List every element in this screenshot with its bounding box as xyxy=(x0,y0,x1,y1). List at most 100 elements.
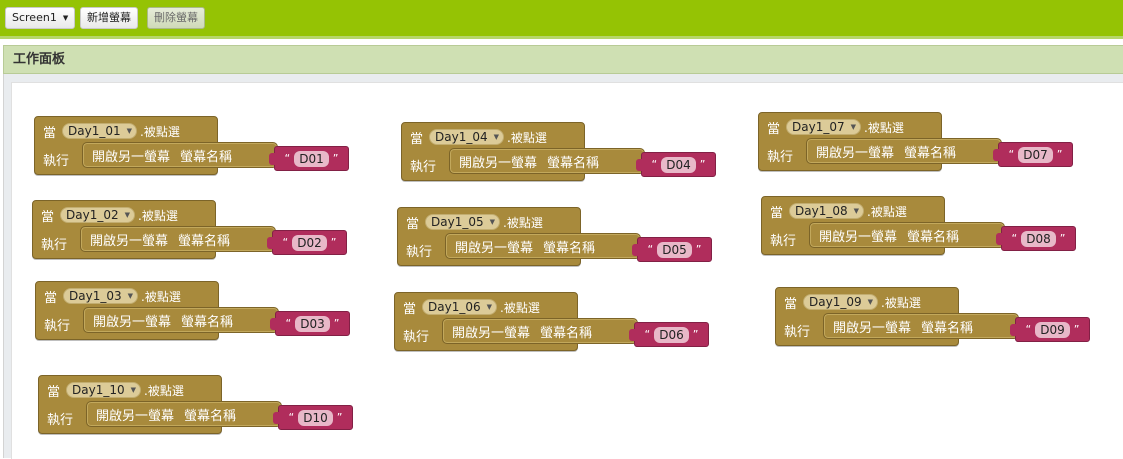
screen-name-label: 螢幕名稱 xyxy=(904,145,957,161)
event-label: .被點選 xyxy=(867,204,907,219)
text-block[interactable]: “D10” xyxy=(273,405,353,430)
text-block[interactable]: “D01” xyxy=(269,146,349,171)
chevron-down-icon: ▼ xyxy=(853,207,860,215)
workspace-header: 工作面板 xyxy=(3,45,1123,74)
workspace-title: 工作面板 xyxy=(13,52,66,67)
chevron-down-icon: ▼ xyxy=(127,292,134,300)
screen-name-value[interactable]: D07 xyxy=(1018,146,1053,163)
event-block[interactable]: 當 Day1_08 ▼ .被點選 執行 開啟另一螢幕 螢幕名稱 “D08” xyxy=(761,196,1076,255)
do-label: 執行 xyxy=(784,325,811,340)
open-screen-block[interactable]: 開啟另一螢幕 螢幕名稱 xyxy=(82,142,278,168)
when-label: 當 xyxy=(406,216,420,232)
open-screen-label: 開啟另一螢幕 xyxy=(819,229,898,245)
event-block[interactable]: 當 Day1_07 ▼ .被點選 執行 開啟另一螢幕 螢幕名稱 “D07” xyxy=(758,112,1073,171)
screen-name-value[interactable]: D06 xyxy=(654,326,689,343)
screen-name-label: 螢幕名稱 xyxy=(547,155,600,171)
open-screen-block[interactable]: 開啟另一螢幕 螢幕名稱 xyxy=(80,226,276,252)
component-dropdown[interactable]: Day1_03 ▼ xyxy=(63,288,139,304)
remove-screen-button[interactable]: 刪除螢幕 xyxy=(147,7,205,29)
open-screen-block[interactable]: 開啟另一螢幕 螢幕名稱 xyxy=(83,307,279,333)
text-block[interactable]: “D04” xyxy=(636,152,716,177)
component-dropdown[interactable]: Day1_01 ▼ xyxy=(62,123,138,139)
quote-open: “ xyxy=(1011,232,1018,245)
open-screen-label: 開啟另一螢幕 xyxy=(96,408,175,424)
quote-open: “ xyxy=(1008,148,1015,161)
open-screen-block[interactable]: 開啟另一螢幕 螢幕名稱 xyxy=(809,222,1005,248)
chevron-down-icon: ▼ xyxy=(850,123,857,131)
quote-close: ” xyxy=(699,158,706,171)
screen-name-value[interactable]: D02 xyxy=(292,234,327,251)
quote-close: ” xyxy=(1073,323,1080,336)
event-label: .被點選 xyxy=(141,289,181,304)
event-block[interactable]: 當 Day1_09 ▼ .被點選 執行 開啟另一螢幕 螢幕名稱 “D09” xyxy=(775,287,1090,346)
screen-name-value[interactable]: D03 xyxy=(295,315,330,332)
screen-name-value[interactable]: D09 xyxy=(1035,321,1070,338)
screen-name-label: 螢幕名稱 xyxy=(921,320,974,336)
text-block[interactable]: “D03” xyxy=(270,311,350,336)
event-block[interactable]: 當 Day1_05 ▼ .被點選 執行 開啟另一螢幕 螢幕名稱 “D05” xyxy=(397,207,712,266)
text-block[interactable]: “D05” xyxy=(632,237,712,262)
component-dropdown[interactable]: Day1_09 ▼ xyxy=(803,294,879,310)
event-block[interactable]: 當 Day1_01 ▼ .被點選 執行 開啟另一螢幕 螢幕名稱 “D01” xyxy=(34,116,349,175)
open-screen-block[interactable]: 開啟另一螢幕 螢幕名稱 xyxy=(449,148,645,174)
text-block[interactable]: “D09” xyxy=(1010,317,1090,342)
screen-name-value[interactable]: D04 xyxy=(661,156,696,173)
quote-close: ” xyxy=(1059,232,1066,245)
text-block[interactable]: “D06” xyxy=(629,322,709,347)
blocks-canvas[interactable]: 當 Day1_01 ▼ .被點選 執行 開啟另一螢幕 螢幕名稱 “D01” 當 D… xyxy=(11,82,1123,459)
event-label: .被點選 xyxy=(138,208,178,223)
chevron-down-icon: ▼ xyxy=(126,127,133,135)
screen-select-label: Screen1 xyxy=(12,11,57,24)
event-block[interactable]: 當 Day1_04 ▼ .被點選 執行 開啟另一螢幕 螢幕名稱 “D04” xyxy=(401,122,716,181)
open-screen-label: 開啟另一螢幕 xyxy=(90,233,169,249)
component-dropdown[interactable]: Day1_05 ▼ xyxy=(425,214,501,230)
screen-name-label: 螢幕名稱 xyxy=(181,314,234,330)
event-label: .被點選 xyxy=(503,215,543,230)
screen-name-value[interactable]: D08 xyxy=(1021,230,1056,247)
add-screen-button[interactable]: 新增螢幕 xyxy=(80,7,138,29)
open-screen-label: 開啟另一螢幕 xyxy=(833,320,912,336)
open-screen-label: 開啟另一螢幕 xyxy=(92,149,171,165)
open-screen-block[interactable]: 開啟另一螢幕 螢幕名稱 xyxy=(823,313,1019,339)
component-name: Day1_09 xyxy=(809,295,862,309)
quote-close: ” xyxy=(330,236,337,249)
when-label: 當 xyxy=(44,290,58,306)
quote-close: ” xyxy=(692,328,699,341)
screen-name-value[interactable]: D10 xyxy=(298,409,333,426)
text-block[interactable]: “D08” xyxy=(996,226,1076,251)
open-screen-block[interactable]: 開啟另一螢幕 螢幕名稱 xyxy=(806,138,1002,164)
chevron-down-icon: ▼ xyxy=(124,211,131,219)
component-name: Day1_07 xyxy=(792,120,845,134)
when-label: 當 xyxy=(403,301,417,317)
component-dropdown[interactable]: Day1_04 ▼ xyxy=(429,129,505,145)
do-label: 執行 xyxy=(770,234,797,249)
open-screen-block[interactable]: 開啟另一螢幕 螢幕名稱 xyxy=(86,401,282,427)
do-label: 執行 xyxy=(403,330,430,345)
component-name: Day1_03 xyxy=(69,289,122,303)
event-label: .被點選 xyxy=(507,130,547,145)
open-screen-block[interactable]: 開啟另一螢幕 螢幕名稱 xyxy=(442,318,638,344)
event-block[interactable]: 當 Day1_03 ▼ .被點選 執行 開啟另一螢幕 螢幕名稱 “D03” xyxy=(35,281,350,340)
when-label: 當 xyxy=(410,131,424,147)
component-dropdown[interactable]: Day1_10 ▼ xyxy=(66,382,142,398)
event-block[interactable]: 當 Day1_10 ▼ .被點選 執行 開啟另一螢幕 螢幕名稱 “D10” xyxy=(38,375,353,434)
blocks-workspace[interactable]: 當 Day1_01 ▼ .被點選 執行 開啟另一螢幕 螢幕名稱 “D01” 當 D… xyxy=(3,74,1123,459)
chevron-down-icon: ▼ xyxy=(867,298,874,306)
text-block[interactable]: “D07” xyxy=(993,142,1073,167)
component-dropdown[interactable]: Day1_02 ▼ xyxy=(60,207,136,223)
screen-name-value[interactable]: D05 xyxy=(657,241,692,258)
chevron-down-icon: ▼ xyxy=(62,14,69,22)
open-screen-block[interactable]: 開啟另一螢幕 螢幕名稱 xyxy=(445,233,641,259)
component-dropdown[interactable]: Day1_07 ▼ xyxy=(786,119,862,135)
text-block[interactable]: “D02” xyxy=(267,230,347,255)
screen-name-value[interactable]: D01 xyxy=(294,150,329,167)
event-block[interactable]: 當 Day1_06 ▼ .被點選 執行 開啟另一螢幕 螢幕名稱 “D06” xyxy=(394,292,709,351)
event-block[interactable]: 當 Day1_02 ▼ .被點選 執行 開啟另一螢幕 螢幕名稱 “D02” xyxy=(32,200,347,259)
chevron-down-icon: ▼ xyxy=(486,303,493,311)
quote-open: “ xyxy=(282,236,289,249)
component-dropdown[interactable]: Day1_08 ▼ xyxy=(789,203,865,219)
screen-select[interactable]: Screen1 ▼ xyxy=(5,7,76,29)
component-name: Day1_02 xyxy=(66,208,119,222)
chevron-down-icon: ▼ xyxy=(493,133,500,141)
component-dropdown[interactable]: Day1_06 ▼ xyxy=(422,299,498,315)
